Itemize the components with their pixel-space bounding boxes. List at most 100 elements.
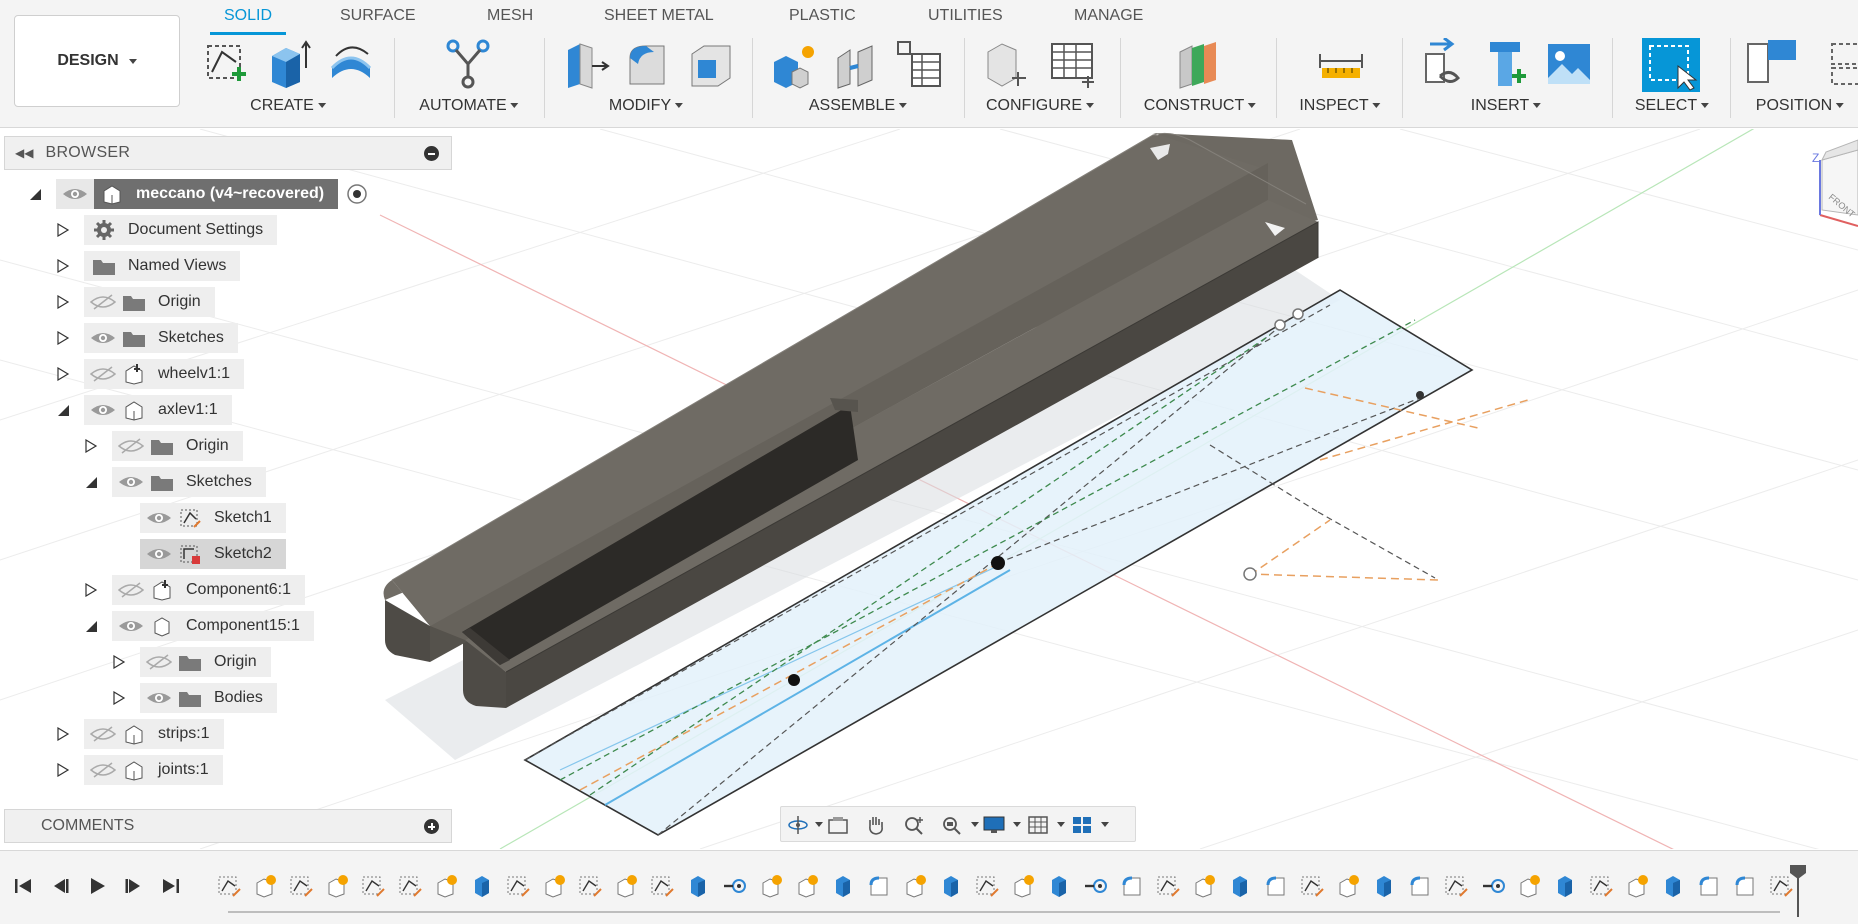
timeline-fillet-icon[interactable] — [1732, 873, 1758, 899]
timeline-fillet-icon[interactable] — [1263, 873, 1289, 899]
fillet-icon[interactable] — [624, 38, 674, 92]
activate-radio-icon[interactable] — [346, 183, 368, 205]
visibility-eye-icon[interactable] — [90, 402, 116, 418]
shell-icon[interactable] — [686, 38, 736, 92]
timeline-extrude-icon[interactable] — [1010, 873, 1036, 899]
expanded-triangle-icon[interactable] — [84, 619, 98, 633]
configuration-table-icon[interactable] — [1048, 38, 1098, 92]
timeline-sketch-icon[interactable] — [397, 873, 423, 899]
canvas-image-icon[interactable] — [1544, 38, 1594, 92]
offset-plane-icon[interactable] — [1174, 38, 1224, 92]
visibility-hidden-icon[interactable] — [90, 762, 116, 778]
zoom-icon[interactable] — [903, 815, 925, 835]
tree-item-sketches[interactable]: Sketches — [84, 467, 266, 497]
collapsed-triangle-icon[interactable] — [56, 223, 70, 237]
tree-item-document-settings[interactable]: Document Settings — [56, 215, 278, 245]
tree-item-named-views[interactable]: Named Views — [56, 251, 241, 281]
browser-panel-header[interactable]: ◀◀ BROWSER — [4, 136, 452, 170]
select-icon[interactable] — [1642, 38, 1700, 92]
tree-item-root[interactable]: meccano (v4~recovered) — [28, 179, 368, 209]
timeline-extrude-icon[interactable] — [324, 873, 350, 899]
visibility-eye-icon[interactable] — [90, 330, 116, 346]
minimize-panel-icon[interactable] — [424, 146, 439, 161]
timeline-body-icon[interactable] — [1371, 873, 1397, 899]
align-icon[interactable] — [1746, 38, 1806, 92]
pan-hand-icon[interactable] — [865, 815, 887, 835]
timeline-sketch-icon[interactable] — [649, 873, 675, 899]
timeline-fillet-icon[interactable] — [1407, 873, 1433, 899]
press-pull-icon[interactable] — [562, 38, 612, 92]
timeline-extrude-icon[interactable] — [1624, 873, 1650, 899]
step-forward-icon[interactable] — [122, 875, 144, 897]
collapsed-triangle-icon[interactable] — [112, 691, 126, 705]
tree-item-sketch2[interactable]: Sketch2 — [140, 539, 286, 569]
tree-item-origin[interactable]: Origin — [112, 647, 271, 677]
timeline-fillet-icon[interactable] — [866, 873, 892, 899]
timeline-sketch-icon[interactable] — [1299, 873, 1325, 899]
inspect-menu[interactable]: INSPECT — [1299, 97, 1381, 115]
tree-item-sketch1[interactable]: Sketch1 — [140, 503, 286, 533]
chevron-down-icon[interactable] — [1057, 822, 1065, 827]
bill-of-materials-icon[interactable] — [894, 38, 944, 92]
joint-icon[interactable] — [832, 38, 882, 92]
expanded-triangle-icon[interactable] — [28, 187, 42, 201]
timeline-sketch-icon[interactable] — [577, 873, 603, 899]
tab-sheet-metal[interactable]: SHEET METAL — [604, 0, 714, 34]
tab-manage[interactable]: MANAGE — [1074, 0, 1143, 34]
timeline-sketch-icon[interactable] — [1155, 873, 1181, 899]
tree-item-bodies[interactable]: Bodies — [112, 683, 277, 713]
visibility-hidden-icon[interactable] — [118, 438, 144, 454]
insert-derive-icon[interactable] — [1420, 38, 1470, 92]
3d-viewport[interactable]: Z FRONT — [0, 129, 1858, 849]
tab-surface[interactable]: SURFACE — [340, 0, 416, 34]
tree-item-wheelv1[interactable]: wheelv1:1 — [56, 359, 245, 389]
timeline-marker[interactable] — [1790, 865, 1806, 917]
viewports-icon[interactable] — [1071, 815, 1093, 835]
timeline-sketch-icon[interactable] — [505, 873, 531, 899]
timeline-sketch-icon[interactable] — [974, 873, 1000, 899]
collapsed-triangle-icon[interactable] — [56, 727, 70, 741]
timeline-sketch-icon[interactable] — [1588, 873, 1614, 899]
timeline-sketch-icon[interactable] — [1443, 873, 1469, 899]
tree-item-origin[interactable]: Origin — [56, 287, 215, 317]
measure-icon[interactable] — [1316, 38, 1366, 92]
insert-menu[interactable]: INSERT — [1471, 97, 1542, 115]
chevron-down-icon[interactable] — [971, 822, 979, 827]
timeline-extrude-icon[interactable] — [252, 873, 278, 899]
collapsed-triangle-icon[interactable] — [112, 655, 126, 669]
capture-position-icon[interactable] — [1830, 38, 1858, 92]
timeline-extrude-icon[interactable] — [902, 873, 928, 899]
tree-item-axlev1[interactable]: axlev1:1 — [56, 395, 232, 425]
tree-item-strips[interactable]: strips:1 — [56, 719, 224, 749]
timeline-fillet-icon[interactable] — [1119, 873, 1145, 899]
tab-solid[interactable]: SOLID — [209, 0, 287, 35]
new-component-icon[interactable] — [770, 38, 820, 92]
modify-menu[interactable]: MODIFY — [609, 97, 684, 115]
go-to-end-icon[interactable] — [160, 875, 182, 897]
visibility-hidden-icon[interactable] — [90, 294, 116, 310]
collapsed-triangle-icon[interactable] — [56, 259, 70, 273]
collapsed-triangle-icon[interactable] — [56, 295, 70, 309]
extrude-icon[interactable] — [264, 38, 314, 92]
timeline-extrude-icon[interactable] — [794, 873, 820, 899]
chevron-down-icon[interactable] — [1013, 822, 1021, 827]
tab-plastic[interactable]: PLASTIC — [789, 0, 856, 34]
visibility-hidden-icon[interactable] — [118, 582, 144, 598]
comments-panel-header[interactable]: COMMENTS — [4, 809, 452, 843]
tree-item-joints[interactable]: joints:1 — [56, 755, 223, 785]
assemble-menu[interactable]: ASSEMBLE — [809, 97, 908, 115]
configure-menu[interactable]: CONFIGURE — [986, 97, 1094, 115]
timeline-extrude-icon[interactable] — [1191, 873, 1217, 899]
tree-item-sketches[interactable]: Sketches — [56, 323, 238, 353]
timeline-extrude-icon[interactable] — [1335, 873, 1361, 899]
timeline-sketch-icon[interactable] — [216, 873, 242, 899]
timeline-track[interactable] — [228, 911, 1780, 913]
go-to-start-icon[interactable] — [12, 875, 34, 897]
timeline-body-icon[interactable] — [1660, 873, 1686, 899]
chevron-down-icon[interactable] — [1101, 822, 1109, 827]
timeline-extrude-icon[interactable] — [1516, 873, 1542, 899]
collapsed-triangle-icon[interactable] — [56, 331, 70, 345]
tree-item-component15[interactable]: Component15:1 — [84, 611, 314, 641]
look-at-icon[interactable] — [827, 815, 849, 835]
collapsed-triangle-icon[interactable] — [56, 763, 70, 777]
